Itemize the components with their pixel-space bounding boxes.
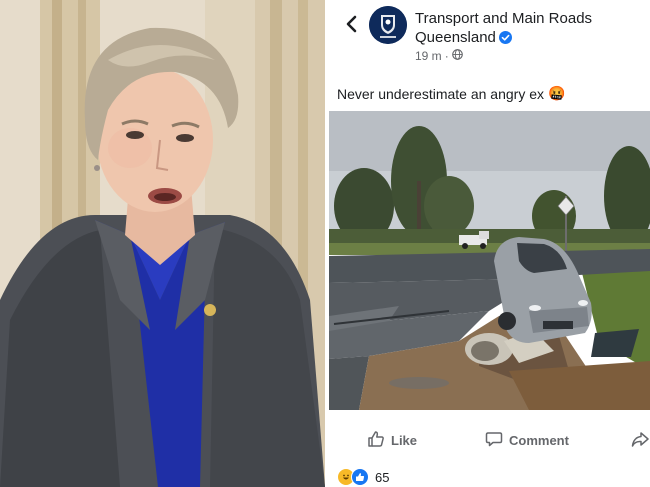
like-reaction-icon [351,468,369,486]
reaction-count[interactable]: 65 [375,470,389,485]
like-label[interactable]: Like [391,433,417,448]
meta-separator: · [444,49,449,63]
queensland-crest-logo [369,6,407,44]
post-meta: 19 m · [415,49,463,63]
like-button[interactable]: Like [367,424,417,456]
thumbs-up-icon [367,430,385,451]
damaged-road-photo [329,111,650,410]
post-timestamp[interactable]: 19 m [415,49,442,63]
page-avatar[interactable] [369,6,407,44]
angry-face-emoji: 🤬 [548,85,566,101]
comment-label[interactable]: Comment [509,433,569,448]
comment-button[interactable]: Comment [485,424,569,456]
comment-bubble-icon [485,430,503,451]
post-text: Never underestimate an angry ex 🤬 [337,85,565,102]
facebook-post: Transport and Main Roads Queensland 19 m… [329,0,650,487]
back-arrow-icon[interactable] [341,12,361,36]
post-caption: Never underestimate an angry ex [337,85,544,102]
share-arrow-icon [631,430,649,451]
verified-badge-icon [498,30,512,49]
reactions-summary[interactable]: 65 [337,468,389,486]
speaker-photo-illustration [0,0,325,487]
share-button[interactable] [631,424,649,456]
post-image[interactable] [329,111,650,410]
globe-icon [451,49,463,63]
page-name[interactable]: Transport and Main Roads Queensland [415,9,645,49]
speaker-photo [0,0,325,487]
post-actions: Like Comment [329,424,650,456]
